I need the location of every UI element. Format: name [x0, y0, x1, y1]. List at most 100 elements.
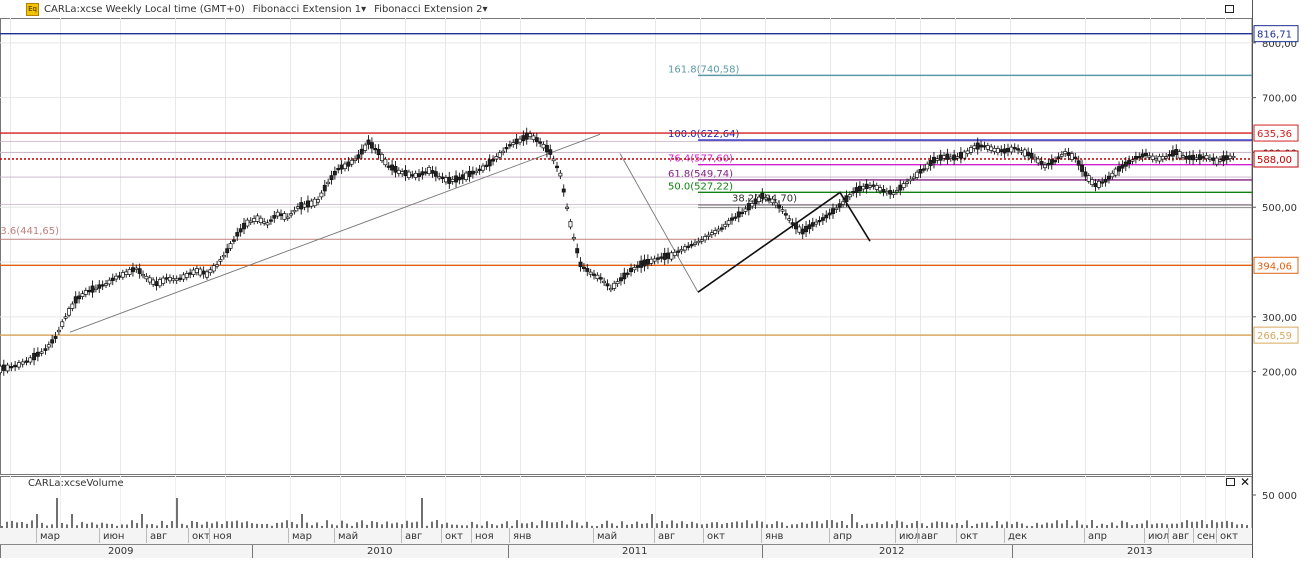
candle-body — [494, 156, 499, 160]
candle-body — [457, 176, 462, 181]
candle-body — [696, 240, 701, 244]
candle-body — [1100, 181, 1105, 184]
candle-body — [1096, 180, 1101, 188]
candle-body — [504, 147, 509, 150]
candle-body — [20, 361, 25, 365]
price-tick-label: 300,00 — [1262, 313, 1297, 324]
candle-body — [1127, 159, 1132, 165]
candle-body — [13, 364, 18, 368]
candle-body — [928, 159, 933, 166]
candle-body — [433, 171, 438, 177]
candle-body — [35, 351, 40, 357]
candle-body — [272, 215, 277, 219]
maximize-price-panel-icon[interactable] — [1225, 5, 1234, 13]
candle-body — [1221, 155, 1226, 162]
candle-body — [174, 278, 179, 281]
month-label: май — [597, 531, 617, 542]
candle-body — [228, 243, 233, 249]
candle-body — [423, 171, 428, 174]
candle-body — [672, 251, 677, 256]
candle-body — [319, 192, 324, 198]
candle-body — [743, 208, 748, 212]
month-label: окт — [960, 531, 978, 542]
candle-body — [114, 275, 119, 280]
candle-body — [985, 145, 990, 150]
candle-body — [56, 329, 61, 333]
candle-body — [881, 189, 886, 193]
candle-body — [420, 171, 425, 176]
candle-body — [679, 249, 684, 252]
candle-body — [80, 293, 85, 297]
chevron-down-icon: ▾ — [361, 3, 367, 15]
candle-body — [948, 156, 953, 159]
candle-body — [275, 211, 280, 217]
candle-body — [1204, 155, 1209, 160]
candle-body — [521, 135, 526, 142]
candle-body — [544, 145, 549, 153]
candle-body — [716, 228, 721, 232]
candle-body — [760, 192, 765, 199]
candle-body — [178, 277, 183, 280]
candle-body — [884, 190, 889, 194]
candle-body — [518, 138, 522, 143]
candle-body — [470, 170, 475, 175]
candle-body — [1123, 161, 1128, 167]
candle-body — [32, 352, 37, 361]
fib-extension-2-dropdown[interactable]: Fibonacci Extension 2▾ — [374, 4, 487, 15]
candle-body — [851, 191, 856, 194]
candle-body — [666, 252, 671, 259]
candle-body — [73, 296, 78, 304]
year-label: 2009 — [108, 546, 133, 557]
price-chart[interactable]: 800,00700,00600,00500,00300,00200,00161.… — [0, 0, 1316, 558]
candle-body — [868, 185, 872, 188]
candle-body — [134, 267, 139, 270]
candle-body — [16, 362, 21, 368]
close-volume-panel-icon[interactable]: ✕ — [1240, 476, 1250, 488]
candle-body — [814, 221, 819, 225]
month-label: июл — [1148, 531, 1169, 542]
price-line-tag-label: 816,71 — [1257, 30, 1292, 41]
price-line-tag-label: 394,06 — [1257, 261, 1292, 272]
candle-body — [992, 147, 997, 152]
candle-body — [306, 200, 310, 208]
candle-body — [1117, 166, 1122, 172]
price-line-tag-label: 588,00 — [1257, 155, 1292, 166]
candle-body — [1154, 158, 1159, 161]
candle-body — [938, 154, 943, 161]
volume-panel-title: CARLa:xcseVolume — [28, 478, 124, 489]
candle-body — [730, 217, 734, 221]
candle-body — [888, 190, 893, 195]
candle-body — [343, 163, 347, 170]
candle-body — [639, 260, 644, 268]
candle-body — [349, 159, 354, 165]
candle-body — [383, 158, 388, 166]
candle-body — [477, 168, 482, 171]
candle-body — [144, 275, 149, 280]
candle-body — [575, 248, 580, 254]
candle-body — [130, 267, 135, 273]
fib-extension-1-label: Fibonacci Extension 1 — [252, 3, 362, 15]
candle-body — [588, 271, 593, 275]
chart-window: 800,00700,00600,00500,00300,00200,00161.… — [0, 0, 1316, 558]
candle-body — [605, 283, 610, 287]
candle-body — [1046, 162, 1051, 166]
candle-body — [474, 170, 479, 174]
candle-body — [942, 155, 946, 159]
candle-body — [70, 303, 75, 309]
maximize-volume-panel-icon[interactable] — [1226, 478, 1235, 486]
price-line-tag-label: 266,59 — [1257, 331, 1292, 342]
candle-body — [945, 153, 950, 160]
candle-body — [905, 181, 909, 184]
candle-body — [810, 222, 815, 227]
candle-body — [965, 150, 970, 155]
candle-body — [602, 280, 607, 284]
candle-body — [592, 273, 596, 276]
candle-body — [1207, 157, 1212, 160]
candle-body — [952, 154, 957, 161]
candle-body — [373, 148, 378, 151]
price-tick-label: 500,00 — [1262, 203, 1297, 214]
candle-body — [464, 172, 469, 180]
candle-body — [864, 183, 869, 189]
candle-body — [979, 144, 984, 148]
fib-extension-1-dropdown[interactable]: Fibonacci Extension 1▾ — [253, 4, 366, 15]
